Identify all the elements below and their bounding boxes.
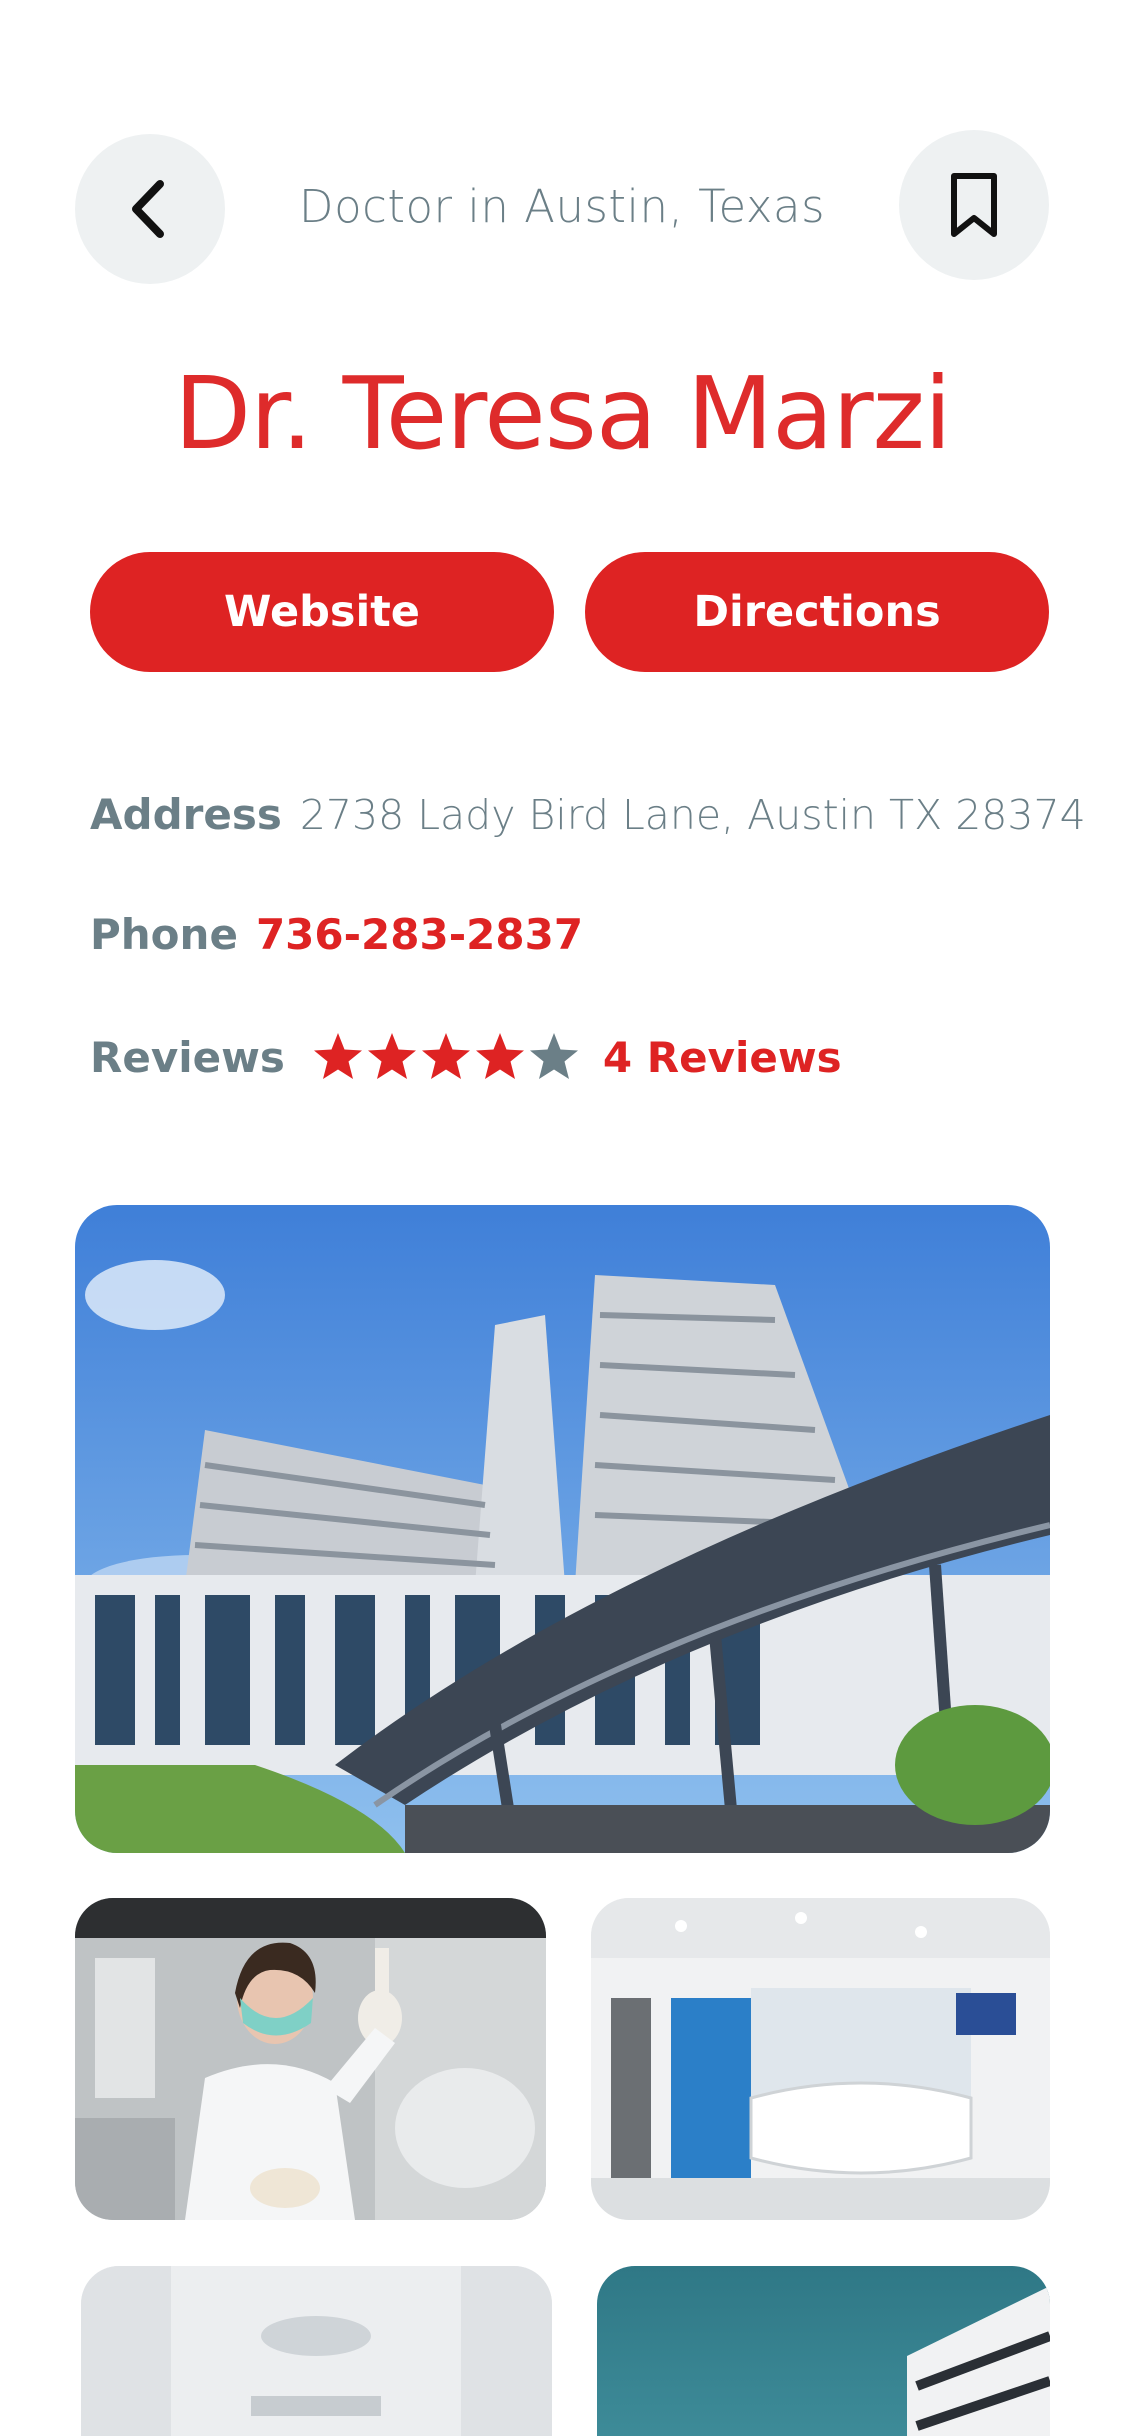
directions-button[interactable]: Directions <box>585 552 1049 672</box>
address-label: Address <box>90 790 282 839</box>
chevron-left-icon <box>132 180 164 238</box>
reviews-row: Reviews 4 Reviews <box>90 1030 842 1084</box>
website-button[interactable]: Website <box>90 552 554 672</box>
star-filled-icon <box>367 1033 416 1079</box>
star-filled-icon <box>313 1033 362 1079</box>
address-value: 2738 Lady Bird Lane, Austin TX 28374 <box>299 790 1086 839</box>
building-exterior-photo[interactable] <box>597 2266 1050 2436</box>
phone-link[interactable]: 736-283-2837 <box>256 910 583 959</box>
bookmark-icon <box>951 173 997 237</box>
reviews-label: Reviews <box>90 1032 285 1082</box>
bookmark-button[interactable] <box>899 130 1049 280</box>
doctor-lab-photo[interactable] <box>75 1898 546 2220</box>
reviews-link[interactable]: 4 Reviews <box>603 1033 842 1082</box>
star-empty-icon <box>529 1033 578 1079</box>
operating-room-photo[interactable] <box>81 2266 552 2436</box>
star-filled-icon <box>475 1033 524 1079</box>
star-filled-icon <box>421 1033 470 1079</box>
website-button-label: Website <box>224 587 420 637</box>
star-rating <box>311 1030 581 1084</box>
phone-row: Phone 736-283-2837 <box>90 910 583 959</box>
directions-button-label: Directions <box>693 587 941 637</box>
reception-lobby-photo[interactable] <box>591 1898 1050 2220</box>
address-row: Address 2738 Lady Bird Lane, Austin TX 2… <box>90 790 1086 839</box>
hospital-building-photo[interactable] <box>75 1205 1050 1853</box>
page-subtitle: Doctor in Austin, Texas <box>298 180 826 233</box>
phone-label: Phone <box>90 910 238 959</box>
doctor-name: Dr. Teresa Marzi <box>174 355 952 472</box>
back-button[interactable] <box>75 134 225 284</box>
